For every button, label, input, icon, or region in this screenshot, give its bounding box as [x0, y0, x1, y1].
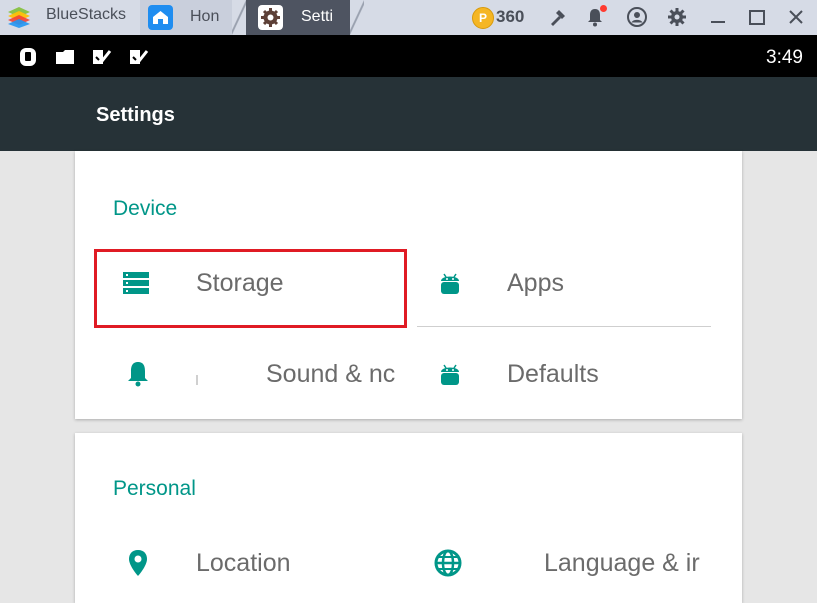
defaults-label: Defaults: [507, 360, 599, 388]
tab-home-label: Hon: [190, 8, 220, 25]
page-title: Settings: [96, 104, 175, 126]
sound-item[interactable]: Sound & nc: [115, 344, 415, 404]
coin-icon[interactable]: P: [472, 7, 494, 29]
location-pin-icon: [129, 550, 147, 576]
check-icon: [93, 50, 112, 64]
apps-label: Apps: [507, 269, 564, 297]
highlight-box: [94, 249, 407, 328]
home-icon: [148, 5, 173, 30]
gear-icon[interactable]: [666, 6, 688, 28]
language-item[interactable]: Language & ir: [430, 533, 720, 593]
action-bar: Settings: [0, 77, 817, 151]
tab-settings[interactable]: Setti: [246, 0, 350, 35]
tab-home[interactable]: Hon: [140, 0, 232, 35]
maximize-icon[interactable]: [746, 6, 768, 28]
wrench-icon[interactable]: [547, 6, 569, 28]
language-label: Language & ir: [544, 549, 700, 577]
apps-item[interactable]: Apps: [430, 253, 720, 313]
defaults-item[interactable]: Defaults: [430, 344, 720, 404]
android-icon: [441, 364, 459, 385]
shield-icon: [20, 48, 36, 66]
faint-mark: [196, 375, 198, 385]
device-section-card: Device Storage Apps Sound & nc Defaults: [75, 151, 742, 419]
close-icon[interactable]: [785, 6, 807, 28]
personal-section-card: Personal Location Language & ir: [75, 433, 742, 603]
notification-dot: [600, 5, 607, 12]
minimize-icon[interactable]: [707, 6, 729, 28]
tab-settings-label: Setti: [301, 8, 334, 25]
section-title-personal: Personal: [113, 477, 196, 500]
bell-icon: [128, 362, 148, 387]
app-name: BlueStacks: [46, 6, 127, 23]
location-item[interactable]: Location: [115, 533, 415, 593]
bluestacks-logo-icon: [8, 7, 30, 28]
section-title-device: Device: [113, 197, 178, 220]
settings-gear-icon: [258, 5, 283, 30]
tab-separator: [350, 0, 364, 35]
folder-icon: [56, 50, 74, 64]
divider: [417, 326, 711, 327]
sound-label: Sound & nc: [266, 360, 396, 388]
check-icon: [130, 50, 149, 64]
status-time: 3:49: [766, 47, 803, 68]
globe-icon: [434, 549, 462, 577]
coin-count: 360: [496, 7, 525, 26]
tab-separator: [232, 0, 246, 35]
location-label: Location: [196, 549, 291, 577]
account-icon[interactable]: [626, 6, 648, 28]
android-status-bar: 3:49: [0, 35, 817, 77]
android-icon: [441, 273, 459, 294]
title-bar: BlueStacks Hon Setti P 360: [0, 0, 817, 35]
